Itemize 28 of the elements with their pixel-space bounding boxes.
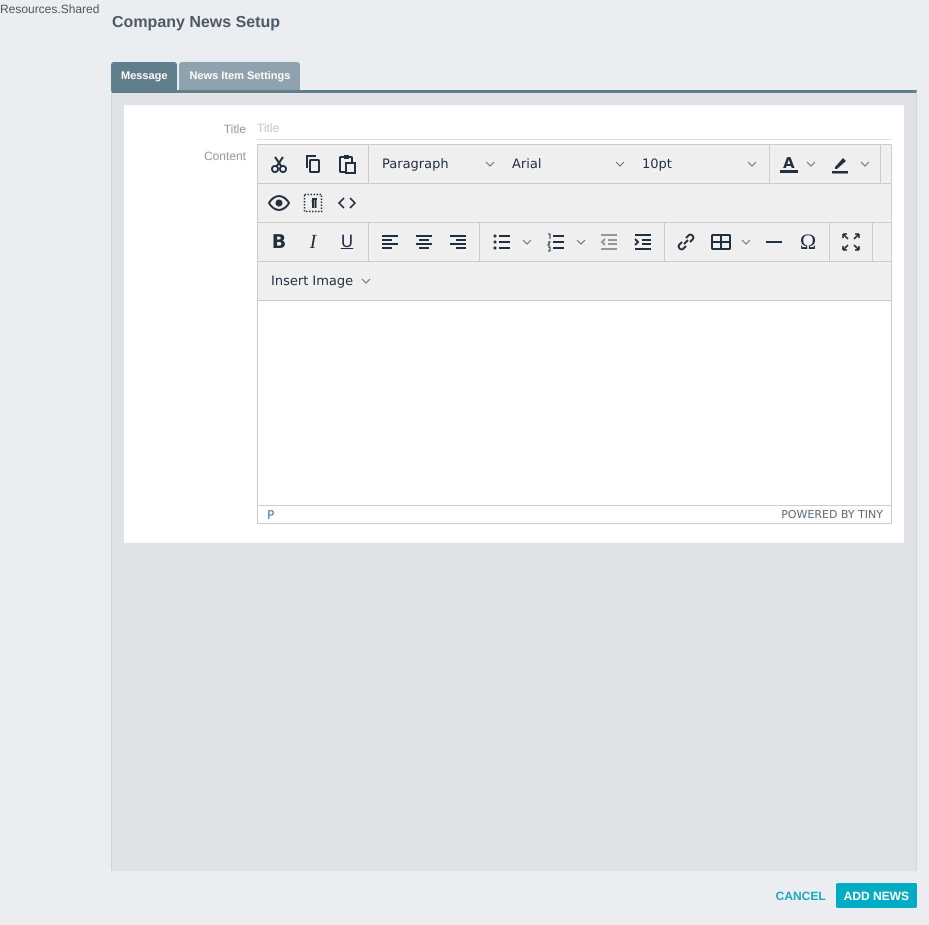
paragraph-icon — [301, 191, 325, 215]
resource-label: Resources.Shared — [0, 2, 100, 16]
chevron-icon — [615, 161, 625, 167]
dropdown-select[interactable]: 10pt — [633, 147, 765, 181]
toolbar-button[interactable]: I — [296, 225, 330, 259]
split-button[interactable]: A — [774, 147, 822, 181]
chevron-icon — [361, 278, 372, 284]
page-title: Company News Setup — [112, 14, 282, 33]
element-path[interactable]: P — [267, 508, 274, 522]
chevron-icon — [747, 161, 757, 167]
fullscreen-icon — [839, 230, 863, 254]
chevron-icon — [576, 239, 586, 245]
chevron-icon — [741, 239, 751, 245]
chevron-icon — [485, 161, 495, 167]
branding-link[interactable]: POWERED BY TINY — [781, 508, 883, 521]
field-label: Content — [202, 148, 246, 165]
menu-button[interactable]: Insert Image — [262, 264, 380, 298]
chevron-icon — [806, 161, 816, 167]
tab[interactable]: Message — [111, 62, 178, 90]
toolbar-button[interactable]: B — [262, 225, 296, 259]
chevron-icon — [860, 161, 870, 167]
horizontal-line-icon — [766, 241, 782, 243]
dropdown-select[interactable]: Arial — [503, 147, 633, 181]
field-label: Title — [222, 121, 246, 138]
toolbar-button[interactable]: Ω — [791, 225, 825, 259]
dropdown-select[interactable]: Paragraph — [373, 147, 503, 181]
toolbar-button[interactable]: U — [330, 225, 364, 259]
chevron-icon — [522, 239, 532, 245]
